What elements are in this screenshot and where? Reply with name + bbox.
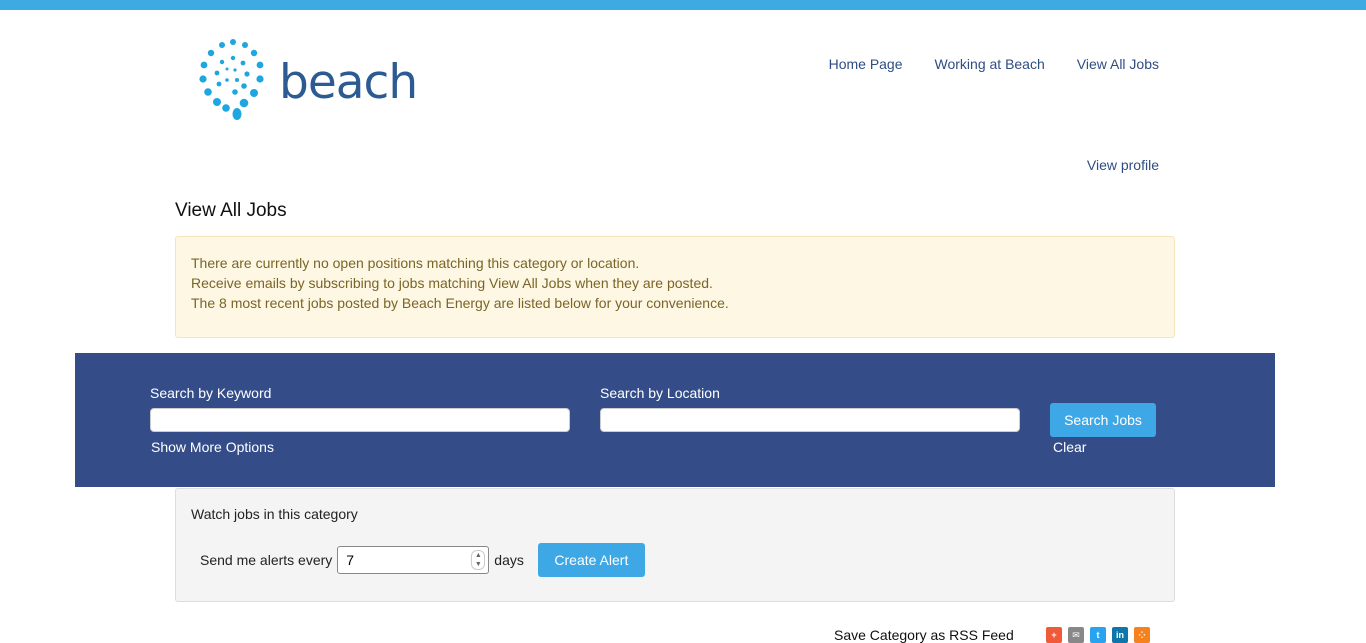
search-jobs-button[interactable]: Search Jobs <box>1050 403 1156 437</box>
alert-frequency-field: ▲ ▼ <box>337 546 490 574</box>
main-nav: Home Page Working at Beach View All Jobs <box>829 56 1159 72</box>
alert-suffix-label: days <box>494 552 524 568</box>
job-search-panel: Search by Keyword Search by Location Sho… <box>75 353 1275 487</box>
share-icons: + ✉ t in ⁘ <box>1046 627 1150 643</box>
nav-home-page[interactable]: Home Page <box>829 56 903 72</box>
alert-frequency-row: Send me alerts every ▲ ▼ days Create Ale… <box>200 543 645 577</box>
brand-name: beach <box>279 54 418 110</box>
beach-logo-mark-icon <box>199 39 264 120</box>
location-search-input[interactable] <box>600 408 1020 432</box>
job-alert-panel: Watch jobs in this category Send me aler… <box>175 488 1175 602</box>
linkedin-icon[interactable]: in <box>1112 627 1128 643</box>
location-label: Search by Location <box>600 385 720 401</box>
alert-prefix-label: Send me alerts every <box>200 552 333 568</box>
view-profile-link[interactable]: View profile <box>1087 157 1159 173</box>
save-rss-feed-link[interactable]: Save Category as RSS Feed <box>834 627 1014 643</box>
show-more-options-link[interactable]: Show More Options <box>151 439 274 455</box>
top-accent-bar <box>0 0 1366 10</box>
no-results-notice: There are currently no open positions ma… <box>175 236 1175 338</box>
nav-working-at-beach[interactable]: Working at Beach <box>935 56 1045 72</box>
plus-share-icon[interactable]: + <box>1046 627 1062 643</box>
chevron-up-icon[interactable]: ▲ <box>472 551 484 560</box>
beach-logo[interactable]: beach <box>197 36 437 122</box>
rss-icon[interactable]: ⁘ <box>1134 627 1150 643</box>
alert-panel-title: Watch jobs in this category <box>191 506 358 522</box>
twitter-icon[interactable]: t <box>1090 627 1106 643</box>
alert-frequency-input[interactable] <box>337 546 490 574</box>
notice-line: Receive emails by subscribing to jobs ma… <box>191 275 713 291</box>
keyword-label: Search by Keyword <box>150 385 272 401</box>
create-alert-button[interactable]: Create Alert <box>537 543 645 577</box>
notice-line: The 8 most recent jobs posted by Beach E… <box>191 295 729 311</box>
notice-line: There are currently no open positions ma… <box>191 255 640 271</box>
clear-search-link[interactable]: Clear <box>1053 439 1086 455</box>
frequency-stepper[interactable]: ▲ ▼ <box>471 550 486 570</box>
keyword-search-input[interactable] <box>150 408 570 432</box>
nav-view-all-jobs[interactable]: View All Jobs <box>1077 56 1159 72</box>
email-icon[interactable]: ✉ <box>1068 627 1084 643</box>
page-title: View All Jobs <box>175 200 287 221</box>
chevron-down-icon[interactable]: ▼ <box>472 560 484 569</box>
